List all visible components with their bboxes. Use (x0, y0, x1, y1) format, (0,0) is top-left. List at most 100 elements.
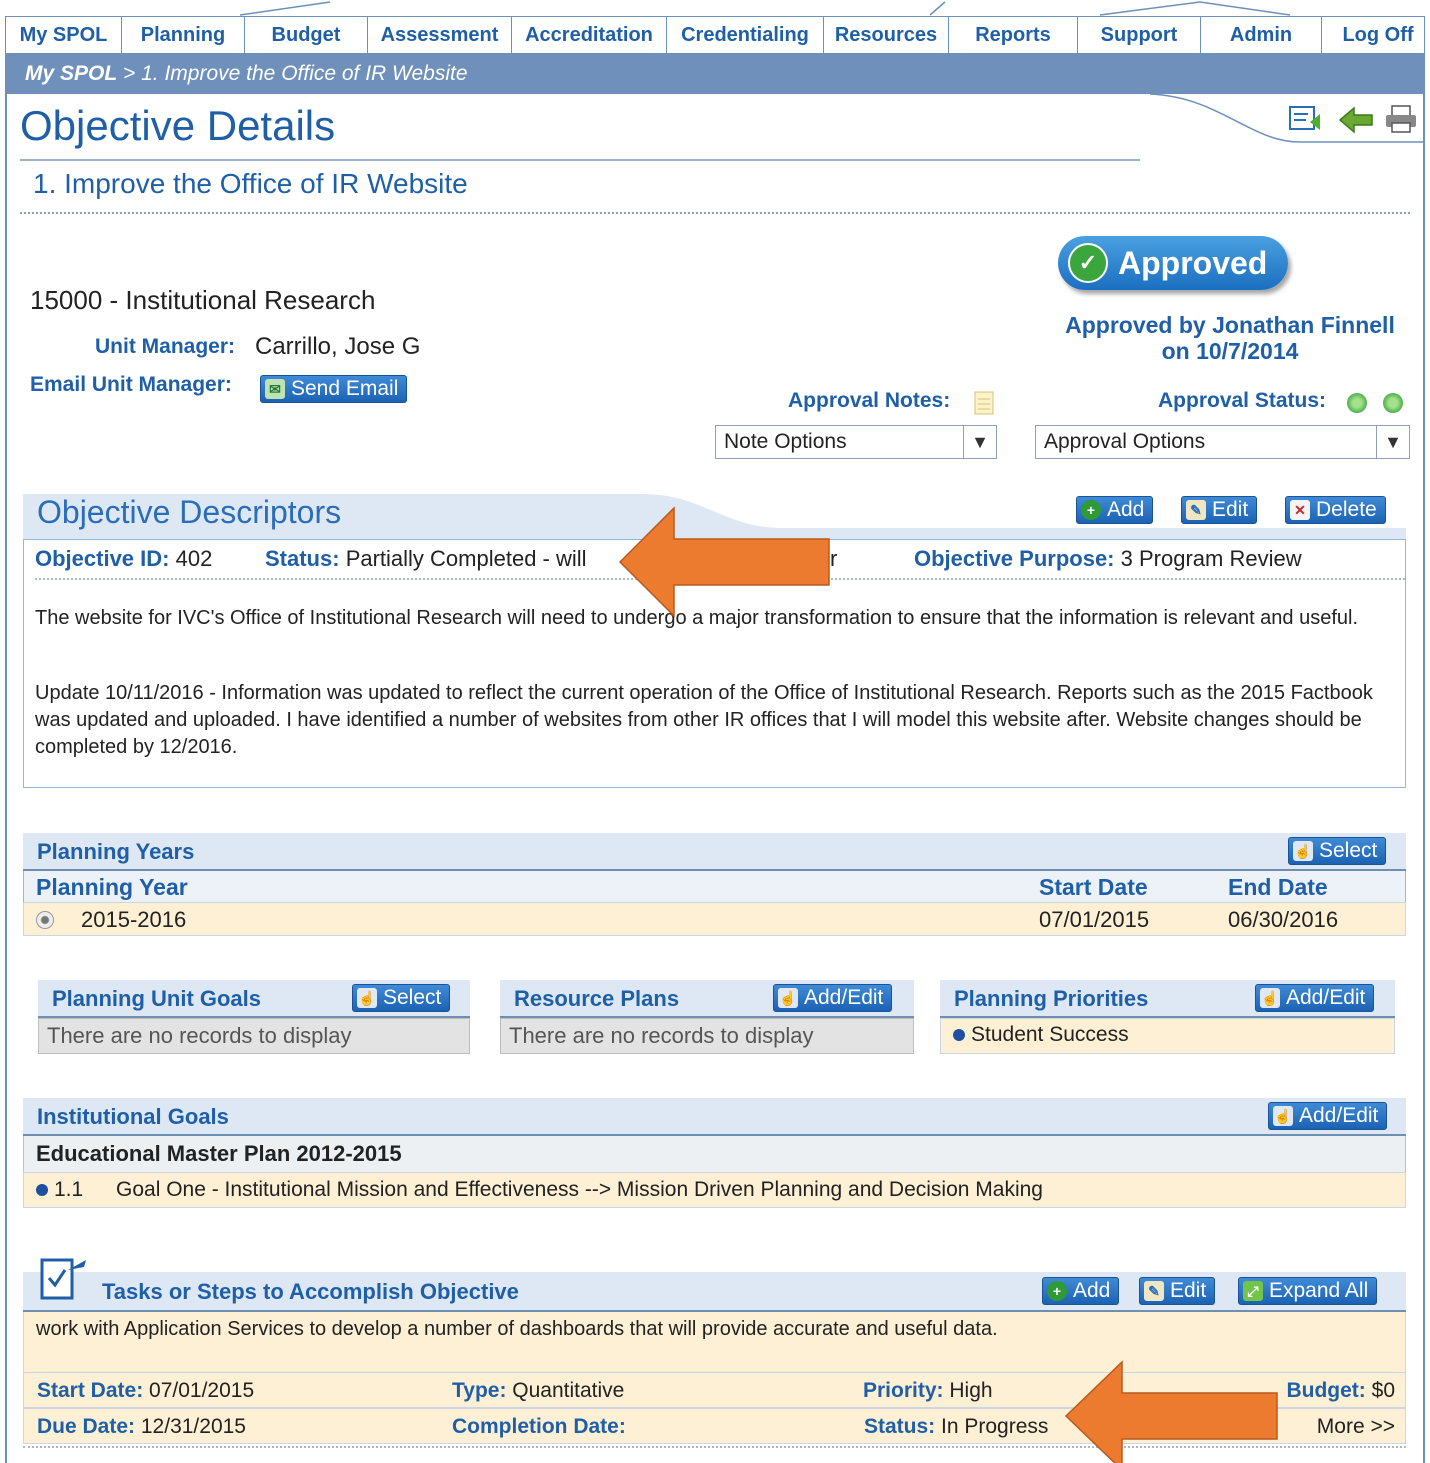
nav-tab-my-spol[interactable]: My SPOL (6, 17, 122, 53)
delete-descriptor-button[interactable]: ✕ Delete (1285, 496, 1386, 524)
task-budget-value: $0 (1371, 1379, 1395, 1402)
task-priority-label: Priority: (863, 1379, 944, 1402)
objective-subtitle: 1. Improve the Office of IR Website (33, 168, 468, 199)
add-edit-label: Add/Edit (1299, 1104, 1379, 1127)
breadcrumb-separator: > (117, 62, 142, 85)
breadcrumb-current: 1. Improve the Office of IR Website (141, 62, 468, 85)
unit-goals-title: Planning Unit Goals (52, 986, 262, 1011)
inst-goal-row: 1.1 Goal One - Institutional Mission and … (23, 1172, 1406, 1208)
expand-all-button[interactable]: ⤢ Expand All (1238, 1277, 1378, 1305)
nav-tab-planning[interactable]: Planning (122, 17, 245, 53)
main-nav: My SPOL Planning Budget Assessment Accre… (5, 16, 1425, 54)
approved-badge-label: Approved (1118, 244, 1268, 281)
bullet-icon (953, 1029, 965, 1041)
subtitle-divider (20, 212, 1410, 214)
priority-item: Student Success (940, 1018, 1395, 1054)
edit-task-button[interactable]: ✎ Edit (1139, 1277, 1216, 1305)
task-more-link[interactable]: More >> (1317, 1415, 1395, 1439)
resource-plans-title: Resource Plans (514, 986, 680, 1011)
select-unit-goals-button[interactable]: ☝ Select (352, 984, 451, 1012)
add-edit-resource-plans-button[interactable]: ☝ Add/Edit (773, 984, 893, 1012)
edit-icon: ✎ (1186, 500, 1206, 520)
nav-tab-reports[interactable]: Reports (949, 17, 1078, 53)
select-icon: ☝ (778, 988, 798, 1008)
plus-icon: + (1081, 500, 1101, 520)
unit-manager-label: Unit Manager: (95, 335, 236, 358)
task-completion-label: Completion Date: (452, 1415, 626, 1438)
col-planning-year: Planning Year (36, 874, 188, 900)
edit-descriptor-button[interactable]: ✎ Edit (1181, 496, 1258, 524)
add-label: Add (1107, 498, 1145, 521)
approval-options-value: Approval Options (1044, 430, 1206, 453)
inst-goal-text: Goal One - Institutional Mission and Eff… (116, 1178, 1043, 1201)
task-budget: Budget: $0 (1286, 1379, 1395, 1403)
back-arrow-icon[interactable] (1338, 106, 1374, 134)
email-manager-label: Email Unit Manager: (30, 373, 232, 396)
end-date-value: 06/30/2016 (1228, 907, 1339, 932)
objective-id-value: 402 (175, 546, 213, 571)
radio-selected-icon[interactable] (36, 911, 54, 929)
objective-update: Update 10/11/2016 - Information was upda… (35, 682, 1373, 758)
send-email-button[interactable]: ✉ Send Email (260, 375, 408, 403)
planning-years-header (23, 833, 1406, 871)
objective-status: Status: Partially Completed - will (265, 546, 587, 572)
nav-tab-credentialing[interactable]: Credentialing (667, 17, 824, 53)
task-due-label: Due Date: (37, 1415, 136, 1438)
delete-icon: ✕ (1290, 500, 1310, 520)
col-start-date: Start Date (1039, 874, 1148, 900)
note-options-select[interactable]: Note Options ▼ (715, 425, 997, 459)
col-end-date: End Date (1228, 874, 1328, 900)
nav-tab-assessment[interactable]: Assessment (368, 17, 512, 53)
header-decoration (239, 1, 1291, 16)
add-descriptor-button[interactable]: + Add (1076, 496, 1154, 524)
objective-purpose-label: Objective Purpose: (914, 546, 1115, 571)
objective-status-label: Status: (265, 546, 340, 571)
objective-id-label: Objective ID: (35, 546, 170, 571)
expand-icon: ⤢ (1243, 1281, 1263, 1301)
nav-tab-support[interactable]: Support (1078, 17, 1201, 53)
breadcrumb: My SPOL > 1. Improve the Office of IR We… (5, 54, 1425, 94)
priority-item-label: Student Success (971, 1023, 1129, 1046)
objective-purpose: Objective Purpose: 3 Program Review (914, 546, 1302, 572)
approval-options-select[interactable]: Approval Options ▼ (1035, 425, 1410, 459)
breadcrumb-root[interactable]: My SPOL (25, 62, 117, 86)
notes-icon[interactable] (974, 391, 994, 415)
task-start: Start Date: 07/01/2015 (37, 1379, 254, 1403)
add-task-button[interactable]: + Add (1042, 1277, 1120, 1305)
nav-tab-admin[interactable]: Admin (1201, 17, 1322, 53)
inst-goal-number: 1.1 (54, 1178, 84, 1201)
send-email-label: Send Email (291, 377, 399, 400)
approved-by-date: on 10/7/2014 (1161, 338, 1299, 364)
task-type-label: Type: (452, 1379, 507, 1402)
nav-tab-resources[interactable]: Resources (824, 17, 949, 53)
approval-status-dot-1 (1347, 393, 1367, 413)
task-priority: Priority: High (863, 1379, 993, 1403)
nav-tab-budget[interactable]: Budget (245, 17, 368, 53)
checkmark-icon: ✓ (1068, 243, 1108, 283)
planning-years-columns: Planning Year Start Date End Date (23, 871, 1406, 902)
email-icon: ✉ (265, 379, 285, 399)
task-type-value: Quantitative (512, 1379, 625, 1402)
task-start-value: 07/01/2015 (149, 1379, 255, 1402)
task-status: Status: In Progress (864, 1415, 1048, 1439)
export-icon[interactable] (1288, 104, 1324, 134)
select-planning-year-button[interactable]: ☝ Select (1288, 837, 1387, 865)
plus-icon: + (1047, 1281, 1067, 1301)
print-icon[interactable] (1384, 104, 1418, 134)
annotation-arrow-left-icon (618, 506, 830, 618)
objective-id: Objective ID: 402 (35, 546, 212, 572)
add-edit-inst-goals-button[interactable]: ☝ Add/Edit (1268, 1102, 1388, 1130)
add-edit-priorities-button[interactable]: ☝ Add/Edit (1255, 984, 1375, 1012)
edit-icon: ✎ (1144, 1281, 1164, 1301)
descriptors-title: Objective Descriptors (37, 494, 342, 530)
select-label: Select (383, 986, 442, 1009)
approved-badge: ✓ Approved (1058, 236, 1288, 290)
select-icon: ☝ (1293, 841, 1313, 861)
start-date-value: 07/01/2015 (1039, 907, 1150, 932)
priorities-title: Planning Priorities (954, 986, 1149, 1011)
select-label: Select (1319, 839, 1378, 862)
select-icon: ☝ (1273, 1106, 1293, 1126)
nav-tab-accreditation[interactable]: Accreditation (512, 17, 667, 53)
nav-tab-log-off[interactable]: Log Off (1322, 17, 1430, 53)
planning-year-row[interactable]: 2015-2016 07/01/2015 06/30/2016 (23, 902, 1406, 936)
